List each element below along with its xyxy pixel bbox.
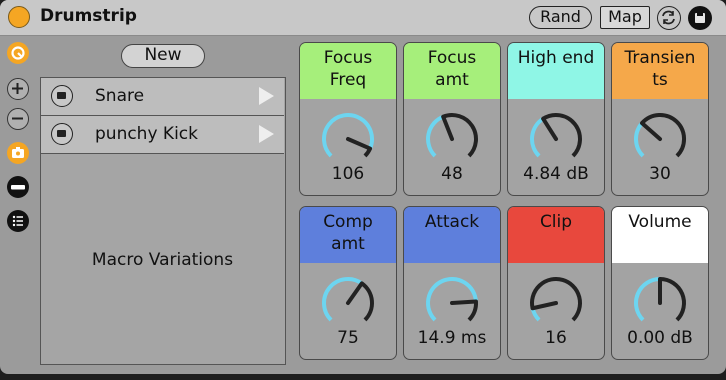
knob-value-arc: [634, 277, 661, 322]
device-power-button[interactable]: [8, 6, 30, 28]
knob-dial[interactable]: [318, 273, 378, 333]
knob-dial[interactable]: [422, 109, 482, 169]
macro-label: Clip: [508, 207, 604, 263]
knob-rest-arc: [659, 277, 686, 322]
macro-knob-7[interactable]: Clip 16: [507, 206, 605, 360]
knob-value-arc: [426, 114, 445, 158]
plus-icon[interactable]: [7, 78, 29, 100]
macro-value: 30: [649, 164, 671, 184]
knob-dial[interactable]: [630, 273, 690, 333]
knob-value-arc: [322, 277, 363, 322]
camera-icon[interactable]: [51, 123, 73, 145]
variations-panel: Snare punchy Kick Macro Variations: [40, 77, 286, 365]
macro-knob-4[interactable]: Transien ts 30: [611, 42, 709, 196]
macro-label: Focus amt: [404, 43, 500, 99]
play-icon[interactable]: [259, 87, 274, 105]
macro-knob-5[interactable]: Comp amt 75: [299, 206, 397, 360]
sync-icon[interactable]: [657, 6, 681, 30]
hot-swap-icon[interactable]: [7, 42, 29, 64]
knob-rest-arc: [360, 281, 374, 322]
macro-value: 75: [337, 328, 359, 348]
macro-variations-label: Macro Variations: [91, 250, 234, 270]
macro-label: Volume: [612, 207, 708, 263]
macro-label: Attack: [404, 207, 500, 263]
knob-rest-arc: [442, 113, 478, 158]
title-bar: Drumstrip Rand Map: [0, 0, 726, 36]
knob-rest-arc: [530, 277, 582, 322]
knob-needle: [541, 116, 558, 141]
knob-value-arc: [530, 117, 545, 158]
knob-needle: [441, 114, 454, 141]
camera-icon[interactable]: [7, 142, 29, 164]
play-icon[interactable]: [259, 125, 274, 143]
knob-needle: [346, 281, 364, 305]
macro-knob-2[interactable]: Focus amt 48: [403, 42, 501, 196]
knob-rest-arc: [640, 112, 687, 158]
knob-dial[interactable]: [630, 109, 690, 169]
macro-knob-3[interactable]: High end 4.84 dB: [507, 42, 605, 196]
knob-needle: [530, 301, 558, 311]
macro-knob-6[interactable]: Attack 14.9 ms: [403, 206, 501, 360]
device-title: Drumstrip: [40, 6, 137, 26]
variation-name: Snare: [95, 86, 145, 106]
knob-dial[interactable]: [422, 273, 482, 333]
macro-label: Transien ts: [612, 43, 708, 99]
macro-value: 48: [441, 164, 463, 184]
macro-knob-1[interactable]: Focus Freq 106: [299, 42, 397, 196]
knob-rest-arc: [542, 113, 582, 158]
rack-sidebar: [0, 36, 36, 374]
macro-value: 0.00 dB: [627, 328, 693, 348]
macro-value: 16: [545, 328, 567, 348]
knob-dial[interactable]: [526, 109, 586, 169]
knob-rest-arc: [467, 301, 478, 322]
knob-value-arc: [322, 113, 374, 158]
macro-value: 106: [331, 164, 365, 184]
macro-label: Comp amt: [300, 207, 396, 263]
macro-bar-icon[interactable]: [7, 176, 29, 198]
variation-row[interactable]: punchy Kick: [41, 116, 284, 154]
macro-label: Focus Freq: [300, 43, 396, 99]
camera-icon[interactable]: [51, 85, 73, 107]
knob-needle: [640, 121, 662, 141]
macro-label: High end: [508, 43, 604, 99]
knob-value-arc: [426, 277, 478, 322]
knob-dial[interactable]: [526, 273, 586, 333]
knob-needle: [346, 137, 373, 151]
knob-value-arc: [634, 121, 645, 158]
rand-button[interactable]: Rand: [529, 6, 592, 29]
minus-icon[interactable]: [7, 108, 29, 130]
macro-value: 14.9 ms: [417, 328, 487, 348]
knob-needle: [450, 299, 478, 305]
variation-name: punchy Kick: [95, 124, 198, 144]
map-button[interactable]: Map: [600, 6, 650, 29]
variation-row[interactable]: Snare: [41, 78, 284, 116]
save-preset-icon[interactable]: [688, 6, 712, 30]
knob-dial[interactable]: [318, 109, 378, 169]
macro-value: 4.84 dB: [523, 164, 589, 184]
drumstrip-device: Drumstrip Rand Map New Snare punchy Kick…: [0, 0, 726, 374]
list-icon[interactable]: [7, 210, 29, 232]
new-variation-button[interactable]: New: [121, 44, 205, 68]
macro-knob-8[interactable]: Volume 0.00 dB: [611, 206, 709, 360]
